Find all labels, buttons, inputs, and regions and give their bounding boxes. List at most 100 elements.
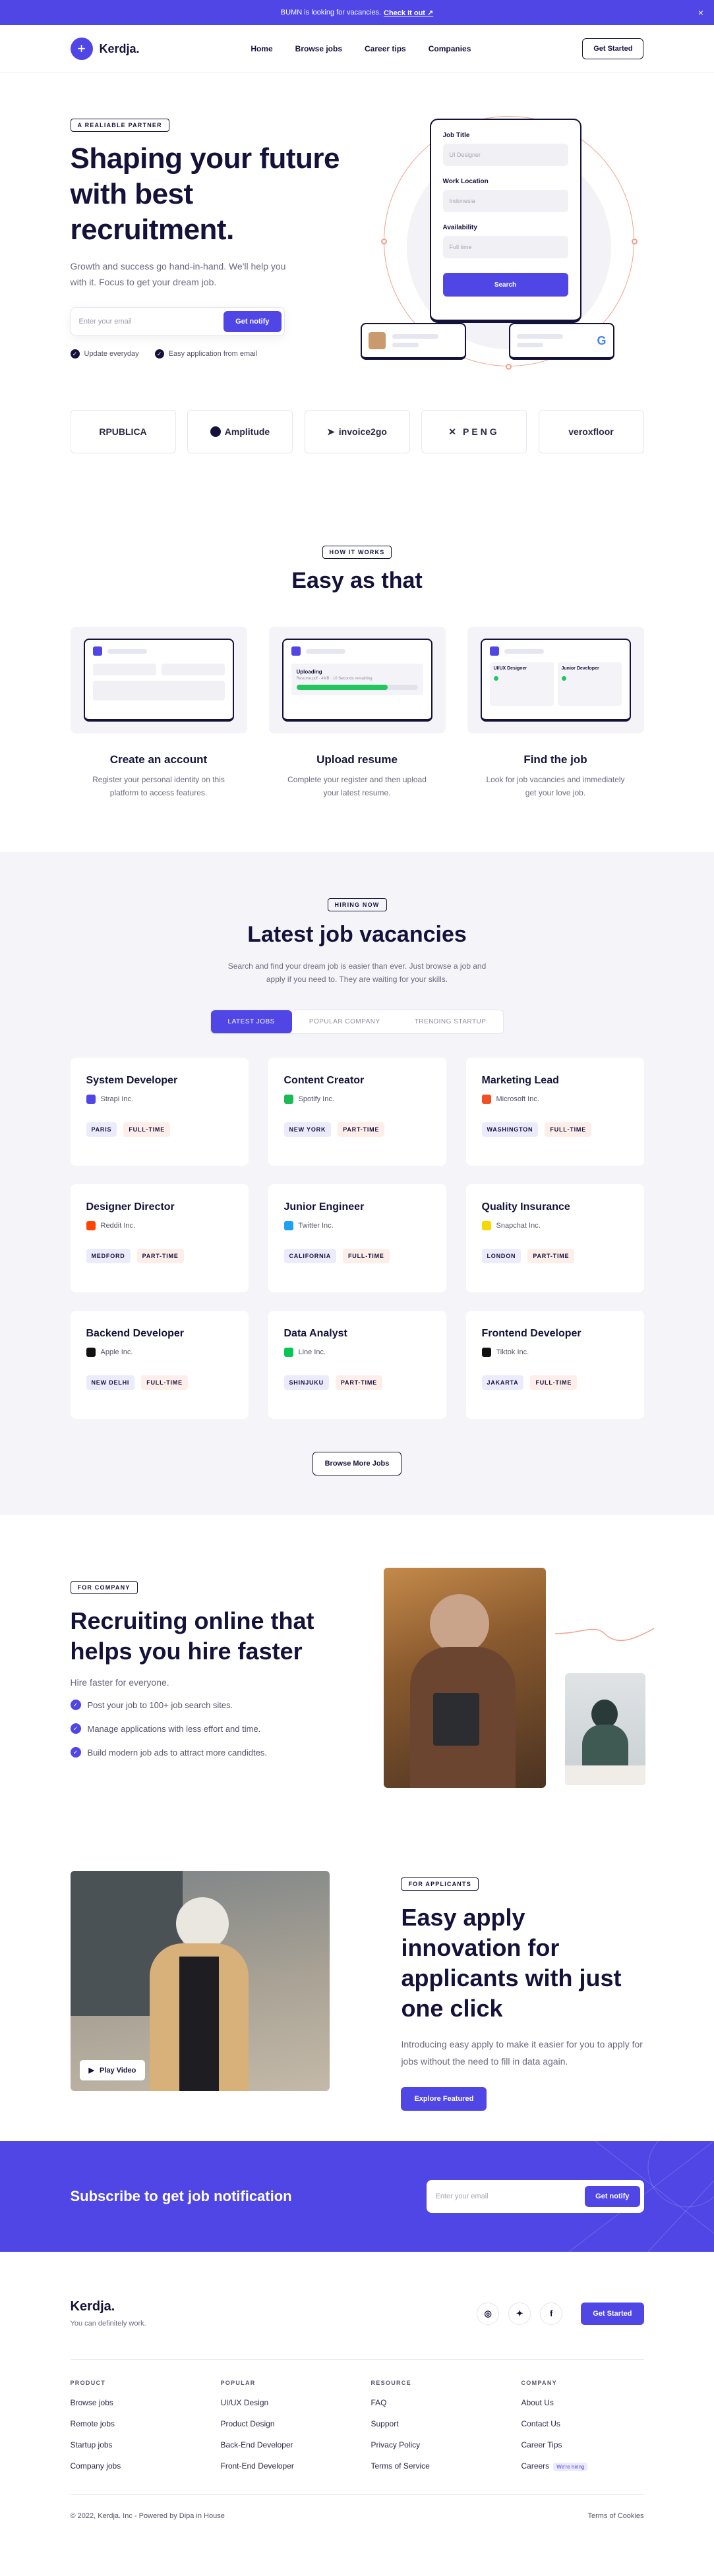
facebook-icon[interactable]: f	[540, 2302, 563, 2325]
footer-link[interactable]: FAQ	[371, 2398, 521, 2407]
check-item: ✓ Easy application from email	[154, 349, 257, 358]
job-title-field[interactable]: UI Designer	[442, 144, 568, 166]
company-name: Strapi Inc.	[100, 1095, 134, 1103]
footer-link[interactable]: Career Tips	[521, 2440, 644, 2449]
footer-link[interactable]: UI/UX Design	[221, 2398, 371, 2407]
job-company: Tiktok Inc.	[481, 1348, 628, 1357]
placeholder-bar	[504, 648, 544, 654]
footer-link-careers[interactable]: Careers We're hiring	[521, 2461, 644, 2471]
logo-peng: ✕ PENG	[421, 410, 527, 453]
footer-link[interactable]: Product Design	[221, 2419, 371, 2428]
job-card[interactable]: Content Creator Spotify Inc. NEW YORK PART-…	[268, 1058, 446, 1166]
banner-link[interactable]: Check it out ↗	[384, 9, 433, 17]
hero-section: A REALIABLE PARTNER Shaping your future …	[0, 72, 714, 402]
footer-link[interactable]: Careers	[521, 2461, 550, 2471]
footer-link[interactable]: Company jobs	[71, 2461, 221, 2471]
type-tag: FULL-TIME	[343, 1249, 390, 1263]
company-logo-icon	[86, 1348, 96, 1357]
applicant-photo	[564, 1673, 645, 1785]
nav-item-companies[interactable]: Companies	[429, 44, 471, 53]
job-card[interactable]: System Developer Strapi Inc. PARIS FULL-TIM…	[70, 1058, 249, 1166]
person-shape	[429, 1594, 489, 1653]
tab-trending-startup[interactable]: TRENDING STARTUP	[398, 1010, 504, 1033]
google-icon: G	[597, 333, 607, 347]
notify-button[interactable]: Get notify	[223, 311, 282, 332]
job-title: Frontend Developer	[481, 1328, 581, 1339]
avatar	[368, 332, 386, 349]
logo-invoice2go: ➤ invoice2go	[304, 410, 410, 453]
footer-link[interactable]: About Us	[521, 2398, 644, 2407]
location-tag: CALIFORNIA	[283, 1249, 336, 1263]
terms-link[interactable]: Terms of Cookies	[588, 2512, 644, 2520]
applicant-video-thumbnail[interactable]: ▶ Play Video	[70, 1871, 330, 2091]
job-company: Microsoft Inc.	[481, 1095, 628, 1104]
browse-more-button[interactable]: Browse More Jobs	[312, 1452, 402, 1475]
logo[interactable]: + Kerdja.	[70, 38, 140, 60]
footer-link[interactable]: Support	[371, 2419, 521, 2428]
list-item: ✓ Manage applications with less effort an…	[70, 1723, 354, 1734]
job-card[interactable]: Junior Engineer Twitter Inc. CALIFORNIA FUL…	[268, 1184, 446, 1292]
subscribe-button[interactable]: Get notify	[585, 2186, 640, 2207]
step-text: Look for job vacancies and immediately g…	[486, 775, 625, 797]
jobs-tabs: LATEST JOBS POPULAR COMPANY TRENDING STA…	[210, 1010, 504, 1034]
email-input[interactable]: Enter your email	[79, 318, 224, 326]
footer-link[interactable]: Privacy Policy	[371, 2440, 521, 2449]
job-card[interactable]: Designer Director Reddit Inc. MEDFORD PART-…	[70, 1184, 249, 1292]
subscribe-email-input[interactable]: Enter your email	[436, 2192, 585, 2200]
laptop-shape	[432, 1693, 479, 1746]
company-logo-icon	[481, 1095, 491, 1104]
job-card[interactable]: Backend Developer Apple Inc. NEW DELHI FULL…	[70, 1311, 249, 1419]
close-icon[interactable]: ×	[698, 7, 703, 18]
job-card[interactable]: Frontend Developer Tiktok Inc. JAKARTA FULL…	[465, 1311, 644, 1419]
logo-text: PENG	[463, 426, 500, 437]
get-started-button[interactable]: Get Started	[582, 38, 644, 59]
play-video-button[interactable]: ▶ Play Video	[79, 2060, 146, 2080]
nav-item-career-tips[interactable]: Career tips	[365, 44, 406, 53]
job-card[interactable]: Data Analyst Line Inc. SHINJUKU PART-TIME	[268, 1311, 446, 1419]
jobs-badge: HIRING NOW	[327, 898, 387, 911]
footer-get-started-button[interactable]: Get Started	[581, 2302, 644, 2325]
jobs-lead: Search and find your dream job is easier…	[227, 961, 487, 984]
footer-link[interactable]: Browse jobs	[71, 2398, 221, 2407]
play-icon: ▶	[88, 2067, 94, 2075]
job-card[interactable]: Quality Insurance Snapchat Inc. LONDON PART…	[465, 1184, 644, 1292]
footer-link[interactable]: Remote jobs	[71, 2419, 221, 2428]
job-company: Apple Inc.	[86, 1348, 233, 1357]
col-heading: RESOURCE	[371, 2380, 411, 2386]
location-tag: SHINJUKU	[283, 1375, 329, 1390]
logo-republica: RPUBLICA	[70, 410, 176, 453]
footer-brand[interactable]: Kerdja.	[71, 2299, 146, 2314]
decor-squiggle	[554, 1628, 654, 1642]
hero-checks: ✓ Update everyday ✓ Easy application from …	[70, 349, 361, 358]
logo-text: Amplitude	[224, 426, 270, 437]
search-button[interactable]: Search	[442, 273, 568, 297]
col-heading: PRODUCT	[70, 2380, 106, 2386]
footer-link[interactable]: Terms of Service	[371, 2461, 521, 2471]
tab-popular-company[interactable]: POPULAR COMPANY	[292, 1010, 398, 1033]
tab-latest-jobs[interactable]: LATEST JOBS	[210, 1010, 292, 1033]
explore-featured-button[interactable]: Explore Featured	[401, 2087, 487, 2111]
footer-link[interactable]: Back-End Developer	[221, 2440, 371, 2449]
placeholder-field	[161, 664, 225, 675]
footer-link[interactable]: Front-End Developer	[221, 2461, 371, 2471]
twitter-icon[interactable]: ✦	[508, 2302, 531, 2325]
job-company: Snapchat Inc.	[481, 1221, 628, 1230]
check-item: ✓ Update everyday	[70, 349, 139, 358]
upload-illustration: Uploading Resume.pdf · 4MB · 10 Seconds …	[282, 639, 432, 722]
job-card[interactable]: Marketing Lead Microsoft Inc. WASHINGTON FU…	[465, 1058, 644, 1166]
play-label: Play Video	[99, 2066, 136, 2075]
footer-col-resource: RESOURCE FAQ Support Privacy Policy Term…	[371, 2380, 521, 2471]
check-icon: ✓	[70, 349, 80, 358]
announcement-banner: BUMN is looking for vacancies. Check it …	[0, 0, 714, 25]
step-find-job: UI/UX Designer Junior Developer Find the…	[467, 627, 644, 799]
check-label: Update everyday	[84, 350, 139, 358]
step-text: Register your personal identity on this …	[92, 775, 225, 797]
nav-item-home[interactable]: Home	[251, 44, 272, 53]
footer-link[interactable]: Startup jobs	[71, 2440, 221, 2449]
instagram-icon[interactable]: ◎	[477, 2302, 500, 2325]
footer-link[interactable]: Contact Us	[521, 2419, 644, 2428]
availability-field[interactable]: Full time	[442, 236, 568, 258]
location-field[interactable]: Indonesia	[442, 190, 568, 212]
nav-item-browse-jobs[interactable]: Browse jobs	[295, 44, 342, 53]
jobs-section: HIRING NOW Latest job vacancies Search a…	[0, 852, 714, 1515]
